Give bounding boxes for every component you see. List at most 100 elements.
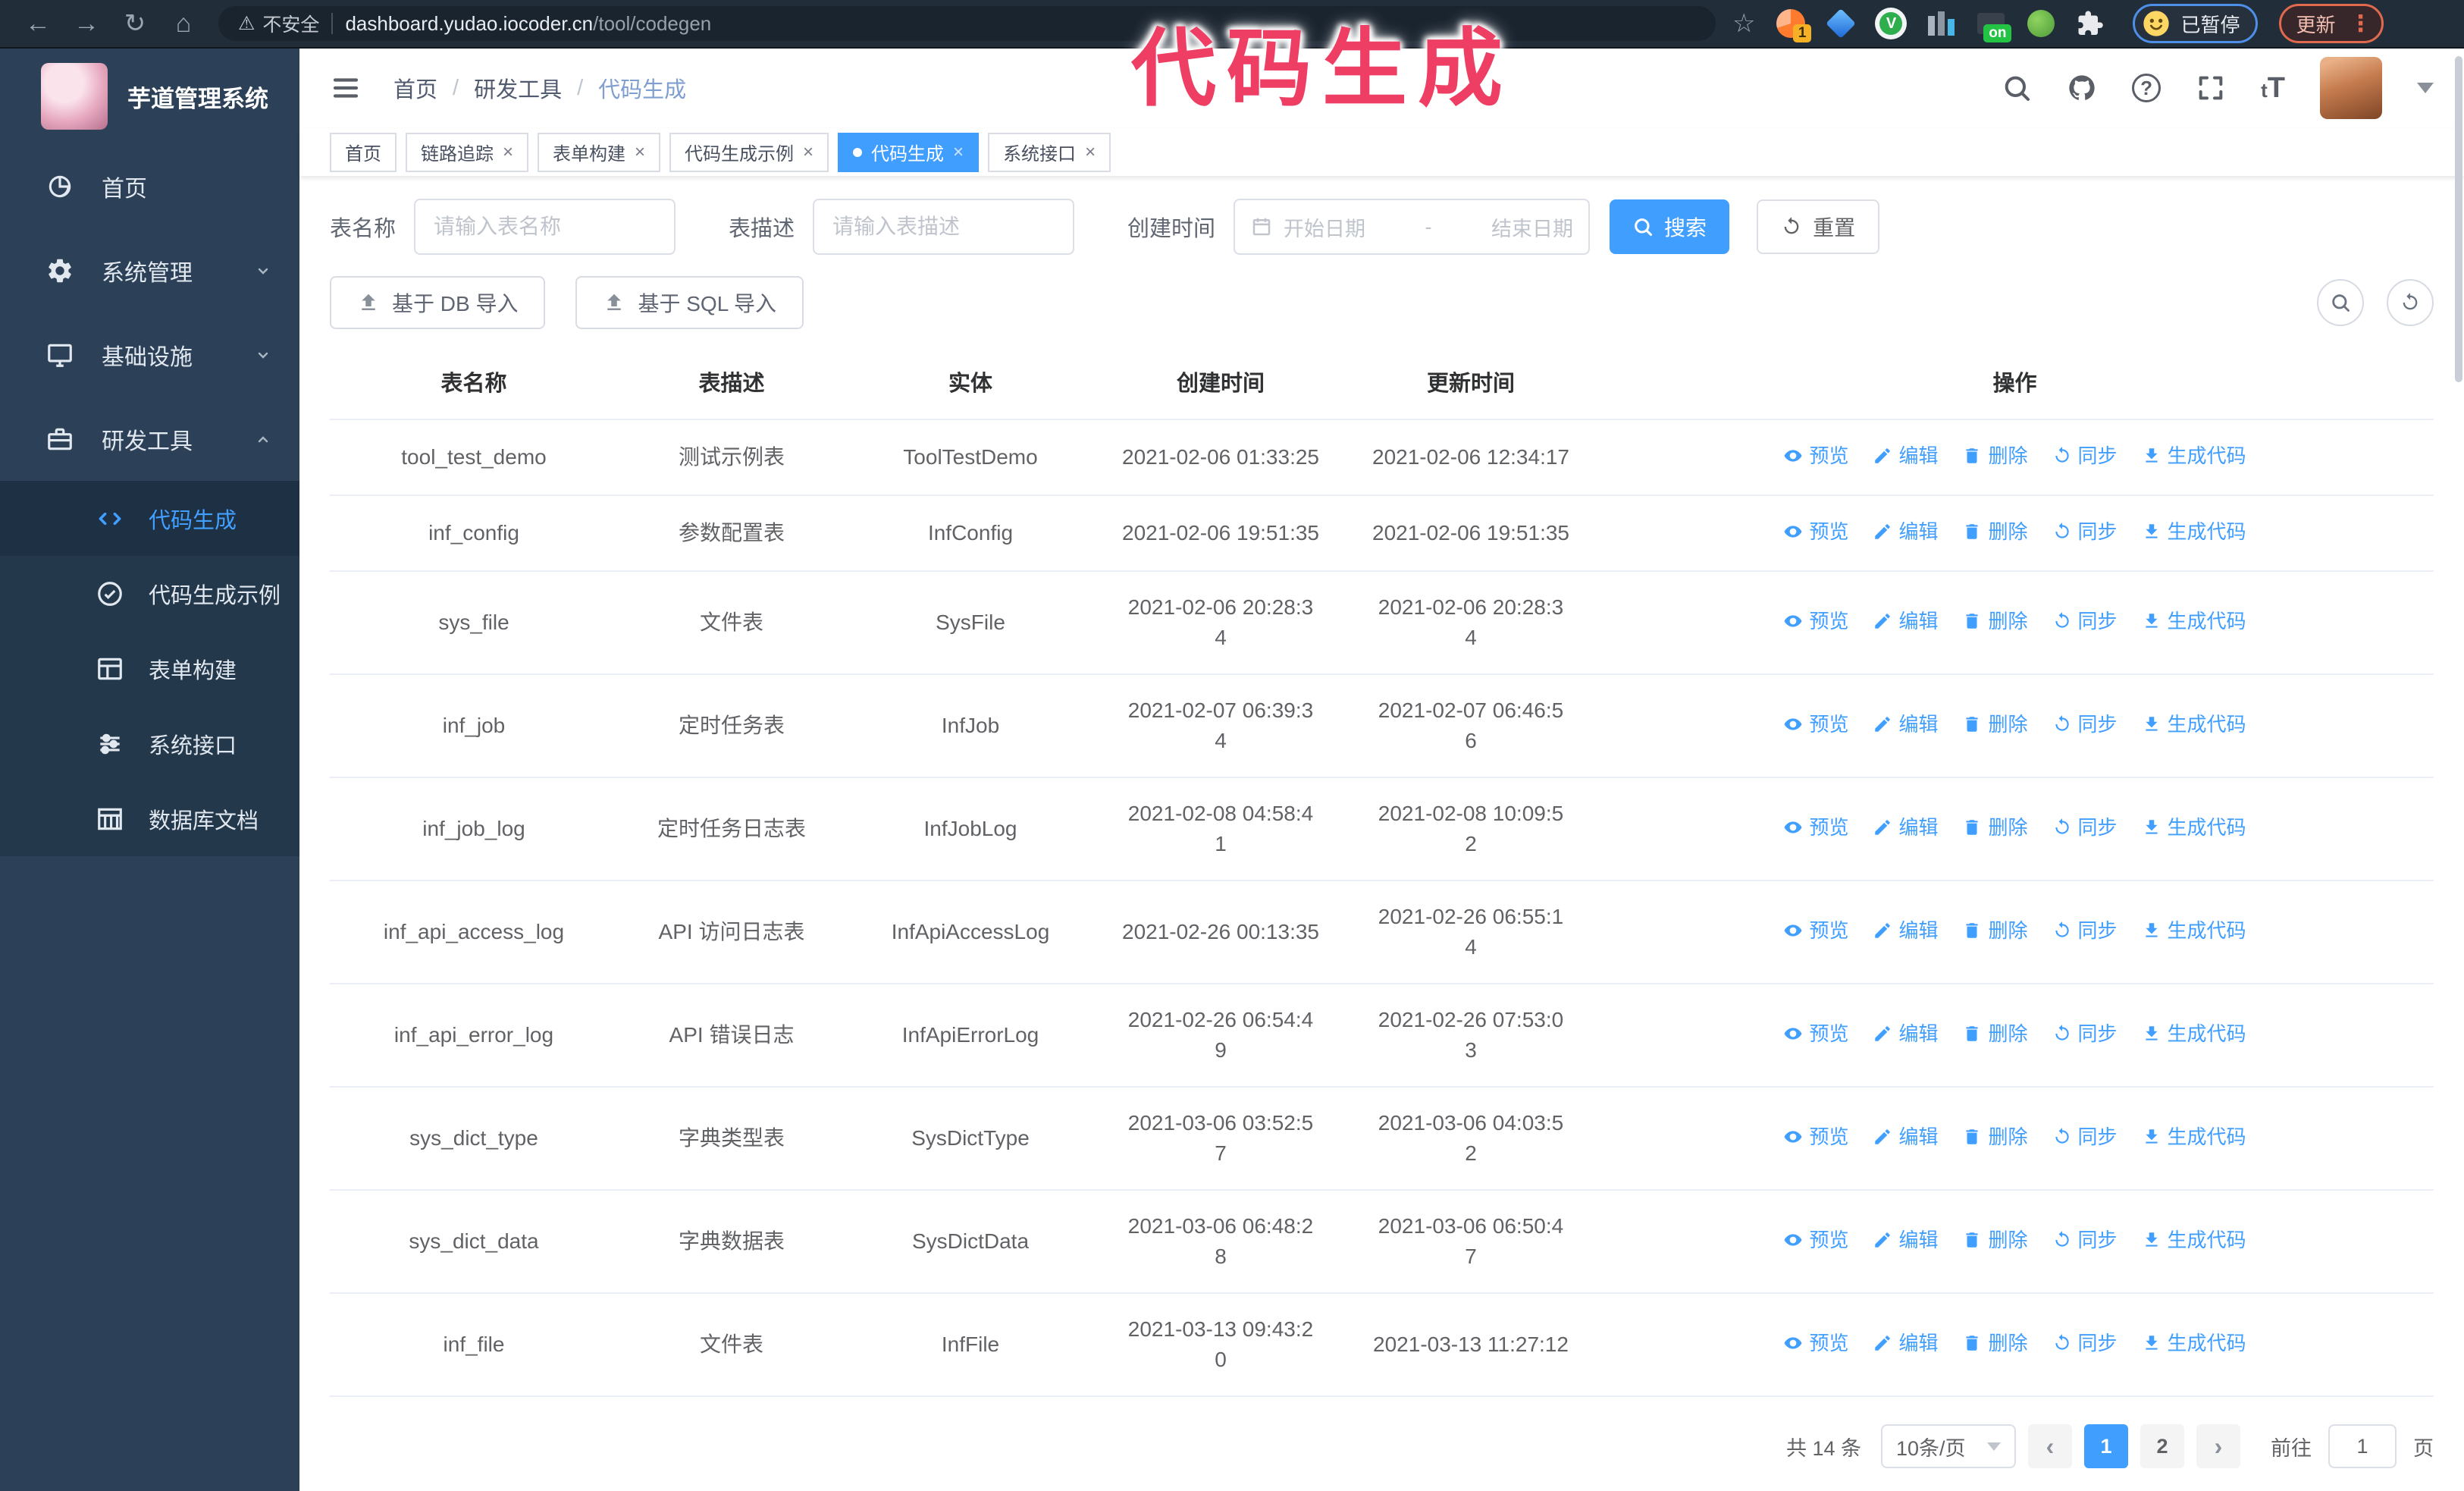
tab-5[interactable]: 系统接口 ×	[988, 132, 1111, 172]
action-sync[interactable]: 同步	[2052, 1328, 2118, 1358]
action-sync[interactable]: 同步	[2052, 441, 2118, 471]
action-sync[interactable]: 同步	[2052, 606, 2118, 636]
tab-close-icon[interactable]: ×	[1085, 143, 1096, 162]
search-icon[interactable]	[2002, 73, 2032, 103]
tab-close-icon[interactable]: ×	[953, 143, 964, 162]
action-trash[interactable]: 删除	[1962, 1225, 2028, 1255]
action-trash[interactable]: 删除	[1962, 709, 2028, 739]
extension-orange-icon[interactable]: 1	[1775, 8, 1812, 42]
browser-back-icon[interactable]: ←	[17, 5, 59, 42]
tab-close-icon[interactable]: ×	[503, 143, 513, 162]
address-bar[interactable]: ⚠ 不安全 dashboard.yudao.iocoder.cn/tool/co…	[218, 6, 1716, 41]
browser-home-icon[interactable]: ⌂	[162, 5, 205, 42]
action-download[interactable]: 生成代码	[2142, 812, 2246, 843]
action-eye[interactable]: 预览	[1783, 812, 1848, 843]
start-date-placeholder[interactable]: 开始日期	[1284, 212, 1365, 242]
action-trash[interactable]: 删除	[1962, 606, 2028, 636]
action-download[interactable]: 生成代码	[2142, 915, 2246, 946]
sidebar-item-3[interactable]: 研发工具	[0, 397, 299, 481]
sidebar-item-0[interactable]: 首页	[0, 144, 299, 228]
action-trash[interactable]: 删除	[1962, 1328, 2028, 1358]
tab-2[interactable]: 表单构建 ×	[538, 132, 661, 172]
goto-page-input[interactable]	[2328, 1424, 2397, 1468]
end-date-placeholder[interactable]: 结束日期	[1491, 212, 1573, 242]
browser-reload-icon[interactable]: ↻	[114, 5, 156, 42]
tab-0[interactable]: 首页	[330, 132, 397, 172]
action-trash[interactable]: 删除	[1962, 812, 2028, 843]
extension-columns-icon[interactable]	[1925, 8, 1957, 39]
kebab-menu-icon[interactable]: ⋮	[2350, 11, 2372, 37]
import-sql-button[interactable]: 基于 SQL 导入	[575, 276, 804, 329]
page-size-select[interactable]: 10条/页	[1881, 1424, 2016, 1468]
action-download[interactable]: 生成代码	[2142, 709, 2246, 739]
page-button-2[interactable]: 2	[2140, 1424, 2184, 1468]
action-download[interactable]: 生成代码	[2142, 441, 2246, 471]
action-pencil[interactable]: 编辑	[1873, 1019, 1938, 1049]
action-eye[interactable]: 预览	[1783, 1019, 1848, 1049]
prev-page-button[interactable]: ‹	[2028, 1424, 2072, 1468]
action-download[interactable]: 生成代码	[2142, 1122, 2246, 1152]
sidebar-item-2[interactable]: 基础设施	[0, 312, 299, 397]
action-eye[interactable]: 预览	[1783, 606, 1848, 636]
security-warning[interactable]: ⚠ 不安全	[238, 10, 319, 37]
extension-on-icon[interactable]: on	[1975, 8, 2012, 42]
user-avatar[interactable]	[2320, 57, 2382, 120]
action-sync[interactable]: 同步	[2052, 516, 2118, 547]
sidebar-subitem-4[interactable]: 数据库文档	[0, 781, 299, 856]
action-download[interactable]: 生成代码	[2142, 1328, 2246, 1358]
action-eye[interactable]: 预览	[1783, 1225, 1848, 1255]
action-pencil[interactable]: 编辑	[1873, 606, 1938, 636]
action-eye[interactable]: 预览	[1783, 1328, 1848, 1358]
page-button-1[interactable]: 1	[2084, 1424, 2128, 1468]
scrollbar-thumb[interactable]	[2455, 56, 2462, 382]
table-desc-input[interactable]	[813, 199, 1075, 255]
help-icon[interactable]: ?	[2132, 74, 2161, 103]
action-sync[interactable]: 同步	[2052, 1019, 2118, 1049]
action-sync[interactable]: 同步	[2052, 915, 2118, 946]
action-eye[interactable]: 预览	[1783, 709, 1848, 739]
action-pencil[interactable]: 编辑	[1873, 709, 1938, 739]
action-pencil[interactable]: 编辑	[1873, 441, 1938, 471]
action-download[interactable]: 生成代码	[2142, 606, 2246, 636]
action-trash[interactable]: 删除	[1962, 1019, 2028, 1049]
action-trash[interactable]: 删除	[1962, 516, 2028, 547]
sidebar-subitem-0[interactable]: 代码生成	[0, 481, 299, 556]
bookmark-star-icon[interactable]: ☆	[1732, 8, 1755, 39]
sidebar-subitem-2[interactable]: 表单构建	[0, 631, 299, 706]
import-db-button[interactable]: 基于 DB 导入	[330, 276, 546, 329]
search-button[interactable]: 搜索	[1610, 199, 1730, 254]
sidebar-subitem-3[interactable]: 系统接口	[0, 706, 299, 781]
reset-button[interactable]: 重置	[1757, 199, 1880, 254]
action-sync[interactable]: 同步	[2052, 1122, 2118, 1152]
action-sync[interactable]: 同步	[2052, 1225, 2118, 1255]
sidebar-item-1[interactable]: 系统管理	[0, 228, 299, 312]
tab-4[interactable]: 代码生成 ×	[838, 132, 980, 172]
tab-close-icon[interactable]: ×	[635, 143, 645, 162]
extension-gem-icon[interactable]	[1825, 8, 1857, 39]
action-pencil[interactable]: 编辑	[1873, 915, 1938, 946]
action-trash[interactable]: 删除	[1962, 441, 2028, 471]
action-download[interactable]: 生成代码	[2142, 1225, 2246, 1255]
action-pencil[interactable]: 编辑	[1873, 1122, 1938, 1152]
tab-3[interactable]: 代码生成示例 ×	[669, 132, 829, 172]
sidebar-subitem-1[interactable]: 代码生成示例	[0, 556, 299, 631]
font-size-icon[interactable]: tT	[2261, 72, 2285, 105]
extension-green-icon[interactable]	[2025, 8, 2057, 39]
breadcrumb-devtools[interactable]: 研发工具	[474, 72, 562, 104]
action-pencil[interactable]: 编辑	[1873, 516, 1938, 547]
tab-close-icon[interactable]: ×	[803, 143, 813, 162]
refresh-table-button[interactable]	[2387, 279, 2434, 326]
action-sync[interactable]: 同步	[2052, 709, 2118, 739]
github-icon[interactable]	[2067, 73, 2097, 103]
breadcrumb-home[interactable]: 首页	[393, 72, 437, 104]
table-name-input[interactable]	[414, 199, 676, 255]
chevron-down-icon[interactable]	[2417, 83, 2434, 94]
tab-1[interactable]: 链路追踪 ×	[406, 132, 529, 172]
action-trash[interactable]: 删除	[1962, 915, 2028, 946]
fullscreen-icon[interactable]	[2196, 73, 2226, 103]
action-eye[interactable]: 预览	[1783, 1122, 1848, 1152]
browser-forward-icon[interactable]: →	[65, 5, 108, 42]
extension-shield-icon[interactable]: V	[1875, 8, 1908, 39]
action-sync[interactable]: 同步	[2052, 812, 2118, 843]
action-pencil[interactable]: 编辑	[1873, 812, 1938, 843]
